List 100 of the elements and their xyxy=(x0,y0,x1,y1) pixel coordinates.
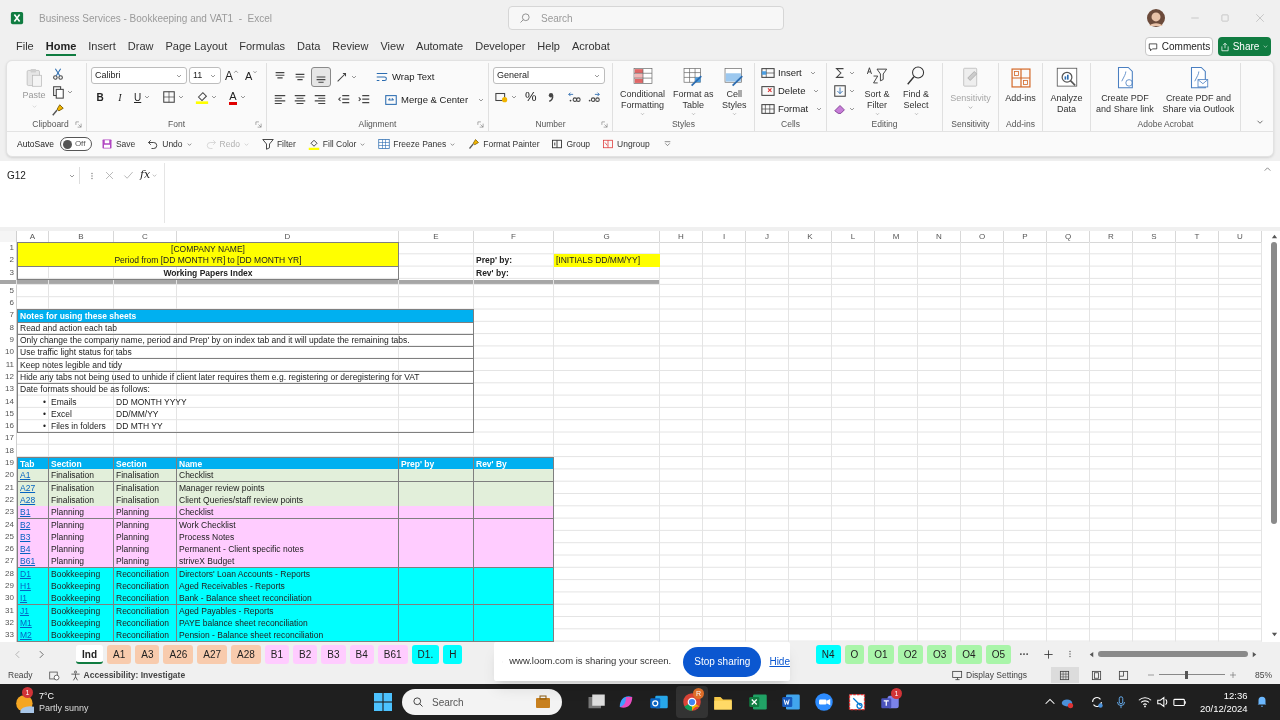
tab-link[interactable]: A28 xyxy=(20,494,36,505)
accessibility-button[interactable]: Accessibility: Investigate xyxy=(69,668,186,682)
zoom-slider-thumb[interactable] xyxy=(1185,671,1189,679)
stop-sharing-button[interactable]: Stop sharing xyxy=(683,646,762,677)
sheet-tab[interactable]: O5 xyxy=(985,644,1011,664)
format-painter-button[interactable]: Format Painter xyxy=(465,135,543,153)
italic-button[interactable]: I xyxy=(111,88,129,106)
sum-icon[interactable] xyxy=(833,66,847,81)
wrap-text-button[interactable]: Wrap Text xyxy=(372,67,438,87)
taskbar-search-field[interactable]: Search xyxy=(402,689,562,715)
menu-tab[interactable]: Acrobat xyxy=(571,38,610,56)
sheet-tab[interactable]: B61 xyxy=(377,644,408,664)
sync-icon[interactable] xyxy=(1090,695,1104,709)
hide-link[interactable]: Hide xyxy=(769,654,790,669)
column-header[interactable]: I xyxy=(703,231,746,243)
column-header[interactable]: P xyxy=(1004,231,1047,243)
column-header[interactable]: J xyxy=(746,231,789,243)
tab-link[interactable]: B3 xyxy=(20,531,31,542)
sheet-tab[interactable]: O3 xyxy=(926,644,953,664)
sheet-tab[interactable]: A1 xyxy=(107,644,132,664)
sheet-tab[interactable]: Ind xyxy=(76,644,103,664)
number-format-field[interactable]: General xyxy=(493,67,605,84)
tab-link[interactable]: D1 xyxy=(20,568,31,579)
menu-tab[interactable]: Review xyxy=(332,38,369,56)
group-button[interactable]: Group xyxy=(548,135,594,153)
percent-button[interactable]: % xyxy=(522,87,540,107)
grow-font-button[interactable]: A xyxy=(223,68,241,83)
accounting-icon[interactable] xyxy=(495,90,509,104)
menu-tab[interactable]: Formulas xyxy=(239,38,286,56)
tab-link[interactable]: H1 xyxy=(20,581,31,591)
name-box[interactable]: G12 xyxy=(4,167,80,184)
column-header[interactable]: N xyxy=(918,231,961,243)
tab-link[interactable]: I1 xyxy=(20,593,28,604)
normal-view-button[interactable] xyxy=(1051,667,1079,683)
paintbrush-icon[interactable] xyxy=(51,102,65,117)
column-header[interactable]: R xyxy=(1090,231,1133,243)
sheet-tab[interactable]: A26 xyxy=(163,644,194,664)
column-header[interactable]: L xyxy=(832,231,875,243)
tab-link[interactable]: A1 xyxy=(20,470,31,481)
snipping-icon[interactable] xyxy=(847,692,867,712)
sheet-tab[interactable]: N4 xyxy=(815,644,841,664)
tab-link[interactable]: A27 xyxy=(20,482,36,493)
column-header[interactable]: G xyxy=(554,231,660,243)
ungroup-button[interactable]: Ungroup xyxy=(599,135,653,153)
menu-tab[interactable]: Draw xyxy=(127,38,154,56)
display-settings-button[interactable]: Display Settings xyxy=(952,668,1027,682)
windows-start-icon[interactable] xyxy=(374,693,392,711)
sheet-tab[interactable]: O1 xyxy=(868,644,894,664)
fill-bucket-icon[interactable] xyxy=(195,90,210,104)
column-header[interactable]: T xyxy=(1176,231,1219,243)
page-break-icon[interactable] xyxy=(1118,669,1129,681)
scissors-icon[interactable] xyxy=(51,67,65,82)
column-header[interactable]: F xyxy=(474,231,554,243)
create-pdf-share-link-button[interactable]: Create PDF and Share link xyxy=(1095,63,1155,117)
sheet-tab[interactable]: B2 xyxy=(293,644,318,664)
menu-tab[interactable]: Developer xyxy=(475,38,526,56)
cell-styles-button[interactable]: Cell Styles xyxy=(718,63,750,117)
align-right-icon[interactable] xyxy=(313,93,327,107)
menu-tab[interactable]: Page Layout xyxy=(165,38,228,56)
delete-button[interactable]: Delete xyxy=(759,82,826,100)
sheet-tab[interactable]: O4 xyxy=(956,644,982,664)
column-header[interactable]: Q xyxy=(1047,231,1090,243)
column-header[interactable]: U xyxy=(1219,231,1262,243)
increase-decimal-icon[interactable] xyxy=(566,90,581,104)
tab-link[interactable]: J1 xyxy=(20,605,29,616)
bell-icon[interactable] xyxy=(1255,694,1269,708)
bold-button[interactable]: B xyxy=(91,88,109,106)
fill-color-button[interactable]: Fill Color xyxy=(304,135,370,153)
video-meeting-icon[interactable] xyxy=(814,692,834,712)
sort-filter-button[interactable]: Sort & Filter xyxy=(858,63,896,117)
microphone-icon[interactable] xyxy=(1114,695,1128,709)
insert-function-button[interactable]: fx xyxy=(140,167,159,183)
column-header[interactable]: E xyxy=(399,231,474,243)
sheet-tab[interactable]: O2 xyxy=(897,644,923,664)
word-icon[interactable] xyxy=(781,692,801,712)
menu-tab[interactable]: View xyxy=(380,38,405,56)
plus-icon[interactable] xyxy=(1043,648,1054,660)
freeze-panes-button[interactable]: Freeze Panes xyxy=(375,135,460,153)
menu-tab[interactable]: Automate xyxy=(416,38,464,56)
sheet-tab[interactable]: B1 xyxy=(264,644,290,664)
vertical-dots-icon[interactable] xyxy=(1066,649,1074,659)
tab-link[interactable]: B4 xyxy=(20,544,31,555)
sheet-tab[interactable]: H xyxy=(443,644,463,664)
macro-recorder-icon[interactable] xyxy=(48,669,60,681)
undo-button[interactable]: Undo xyxy=(144,135,196,153)
menu-tab[interactable]: File xyxy=(16,38,34,56)
menu-tab[interactable]: Home xyxy=(45,38,77,56)
chrome-icon[interactable] xyxy=(682,692,702,712)
merge-center-button[interactable]: Merge & Center xyxy=(381,90,489,110)
align-center-icon[interactable] xyxy=(293,93,307,107)
column-header[interactable]: K xyxy=(789,231,832,243)
copy-icon[interactable] xyxy=(51,85,65,99)
add-ins-button[interactable]: Add-ins xyxy=(1003,63,1038,117)
format-as-table-button[interactable]: Format as Table xyxy=(672,63,715,117)
horizontal-scrollbar[interactable] xyxy=(1088,649,1258,659)
page-layout-icon[interactable] xyxy=(1091,669,1102,681)
fill-down-icon[interactable] xyxy=(833,84,847,98)
autosave-toggle[interactable]: Off xyxy=(59,137,92,151)
menu-tab[interactable]: Insert xyxy=(88,38,116,56)
sheet-tab[interactable]: B3 xyxy=(321,644,346,664)
